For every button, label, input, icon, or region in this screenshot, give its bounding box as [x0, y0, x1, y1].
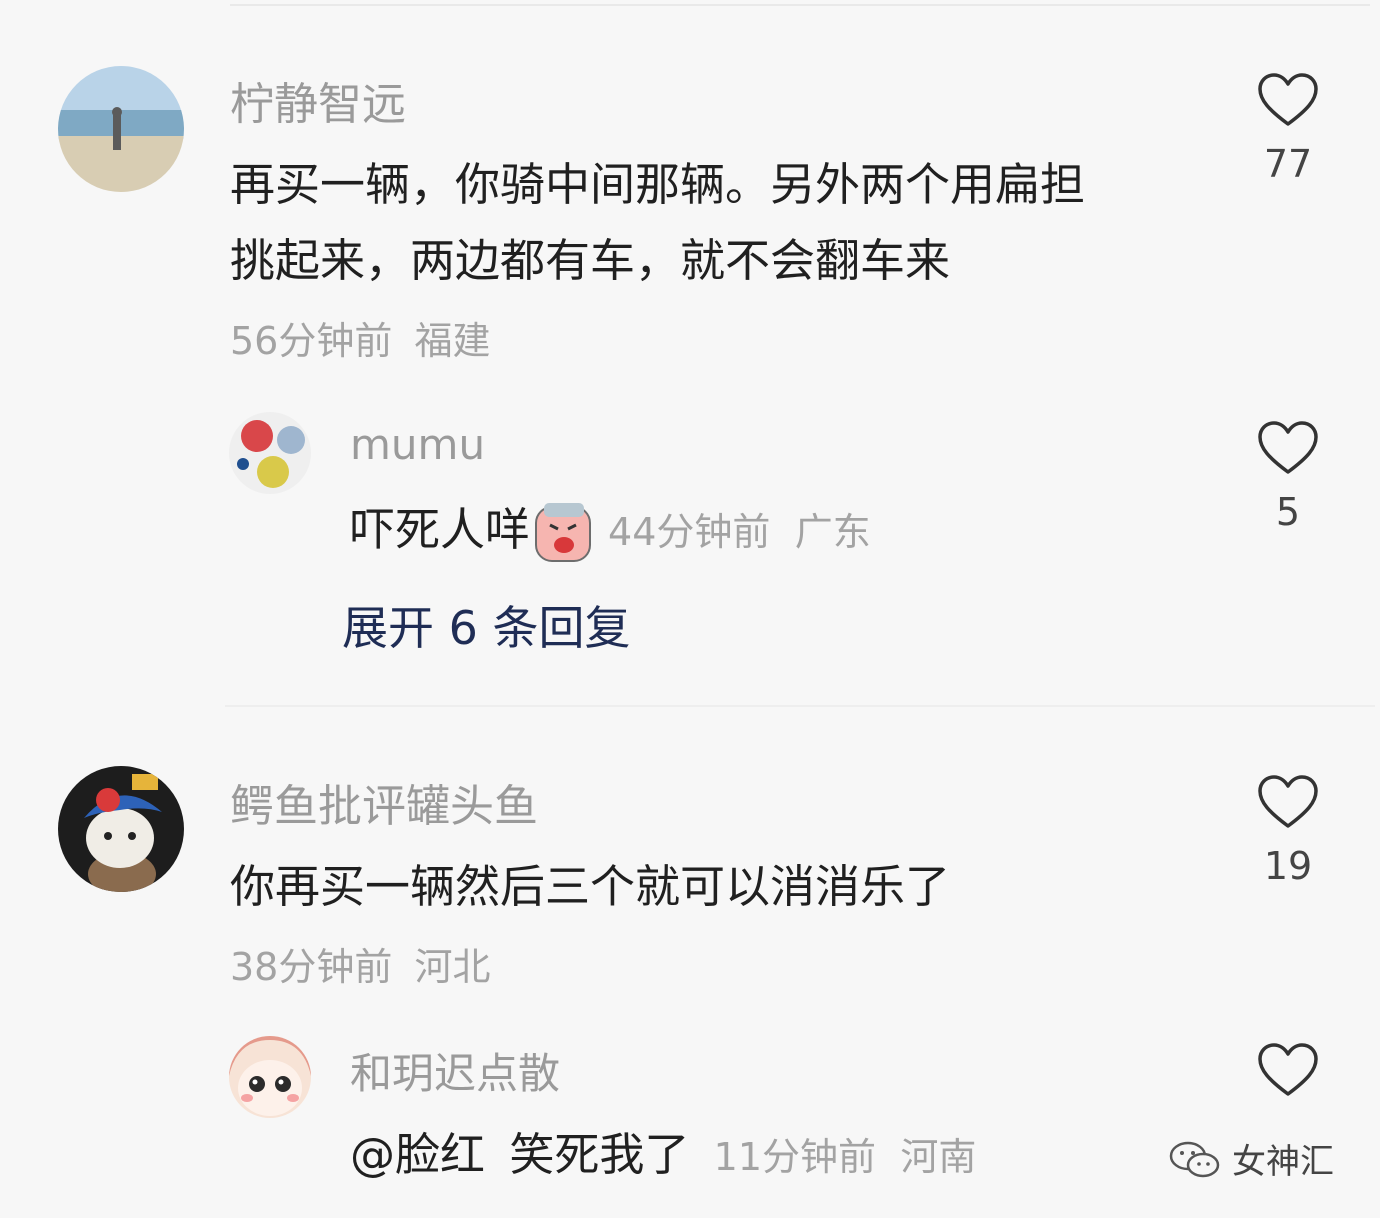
reply-time: 11分钟前	[713, 1135, 877, 1179]
watermark-label: 女神汇	[1232, 1142, 1334, 1182]
reply-username[interactable]: 和玥迟点散	[350, 1040, 560, 1101]
comment-meta: 56分钟前 福建	[230, 310, 490, 365]
comment-username[interactable]: 柠静智远	[230, 68, 406, 132]
avatar[interactable]	[58, 66, 184, 192]
avatar[interactable]	[229, 412, 311, 494]
like-button[interactable]	[1253, 1042, 1323, 1098]
like-count: 77	[1263, 142, 1313, 186]
heart-icon	[1258, 73, 1318, 126]
comment-time: 56分钟前	[230, 319, 393, 363]
comment-text-line-2: 挑起来，两边都有车，就不会翻车来	[230, 234, 951, 287]
top-divider	[230, 4, 1370, 6]
like-count: 19	[1263, 844, 1313, 888]
reply-text: 吓死人咩	[350, 503, 531, 556]
mention-link[interactable]: @脸红	[350, 1128, 485, 1181]
heart-icon	[1258, 775, 1318, 828]
wechat-icon	[1169, 1141, 1220, 1177]
like-button[interactable]: 5	[1253, 420, 1323, 534]
comment-location: 河北	[414, 945, 491, 989]
expand-replies-button[interactable]: 展开 6 条回复	[342, 592, 631, 658]
reply-time: 44分钟前	[608, 510, 771, 554]
reply-line: @脸红 笑死我了 11分钟前 河南	[350, 1118, 976, 1183]
reply-username[interactable]: mumu	[350, 420, 485, 469]
reply-line: 吓死人咩 44分钟前 广东	[350, 493, 871, 563]
comment-text: 你再买一辆然后三个就可以消消乐了	[230, 860, 951, 913]
avatar[interactable]	[58, 766, 184, 892]
like-button[interactable]: 77	[1253, 72, 1323, 186]
heart-icon	[1258, 421, 1318, 474]
avatar[interactable]	[229, 1036, 311, 1118]
reply-location: 河南	[900, 1135, 977, 1179]
reply-text: 笑死我了	[509, 1128, 690, 1181]
like-count: 5	[1275, 490, 1301, 534]
comment-username[interactable]: 鳄鱼批评罐头鱼	[230, 770, 538, 834]
comment-location: 福建	[414, 319, 491, 363]
comment-time: 38分钟前	[230, 945, 393, 989]
like-button[interactable]: 19	[1253, 774, 1323, 888]
comment-meta: 38分钟前 河北	[230, 936, 490, 991]
reply-location: 广东	[794, 510, 871, 554]
emoji-icon	[535, 503, 592, 562]
heart-icon	[1258, 1043, 1318, 1096]
comment-text-line-1: 再买一辆，你骑中间那辆。另外两个用扁担	[230, 158, 1086, 211]
comment-divider	[225, 705, 1375, 707]
watermark: 女神汇	[1168, 1134, 1334, 1183]
